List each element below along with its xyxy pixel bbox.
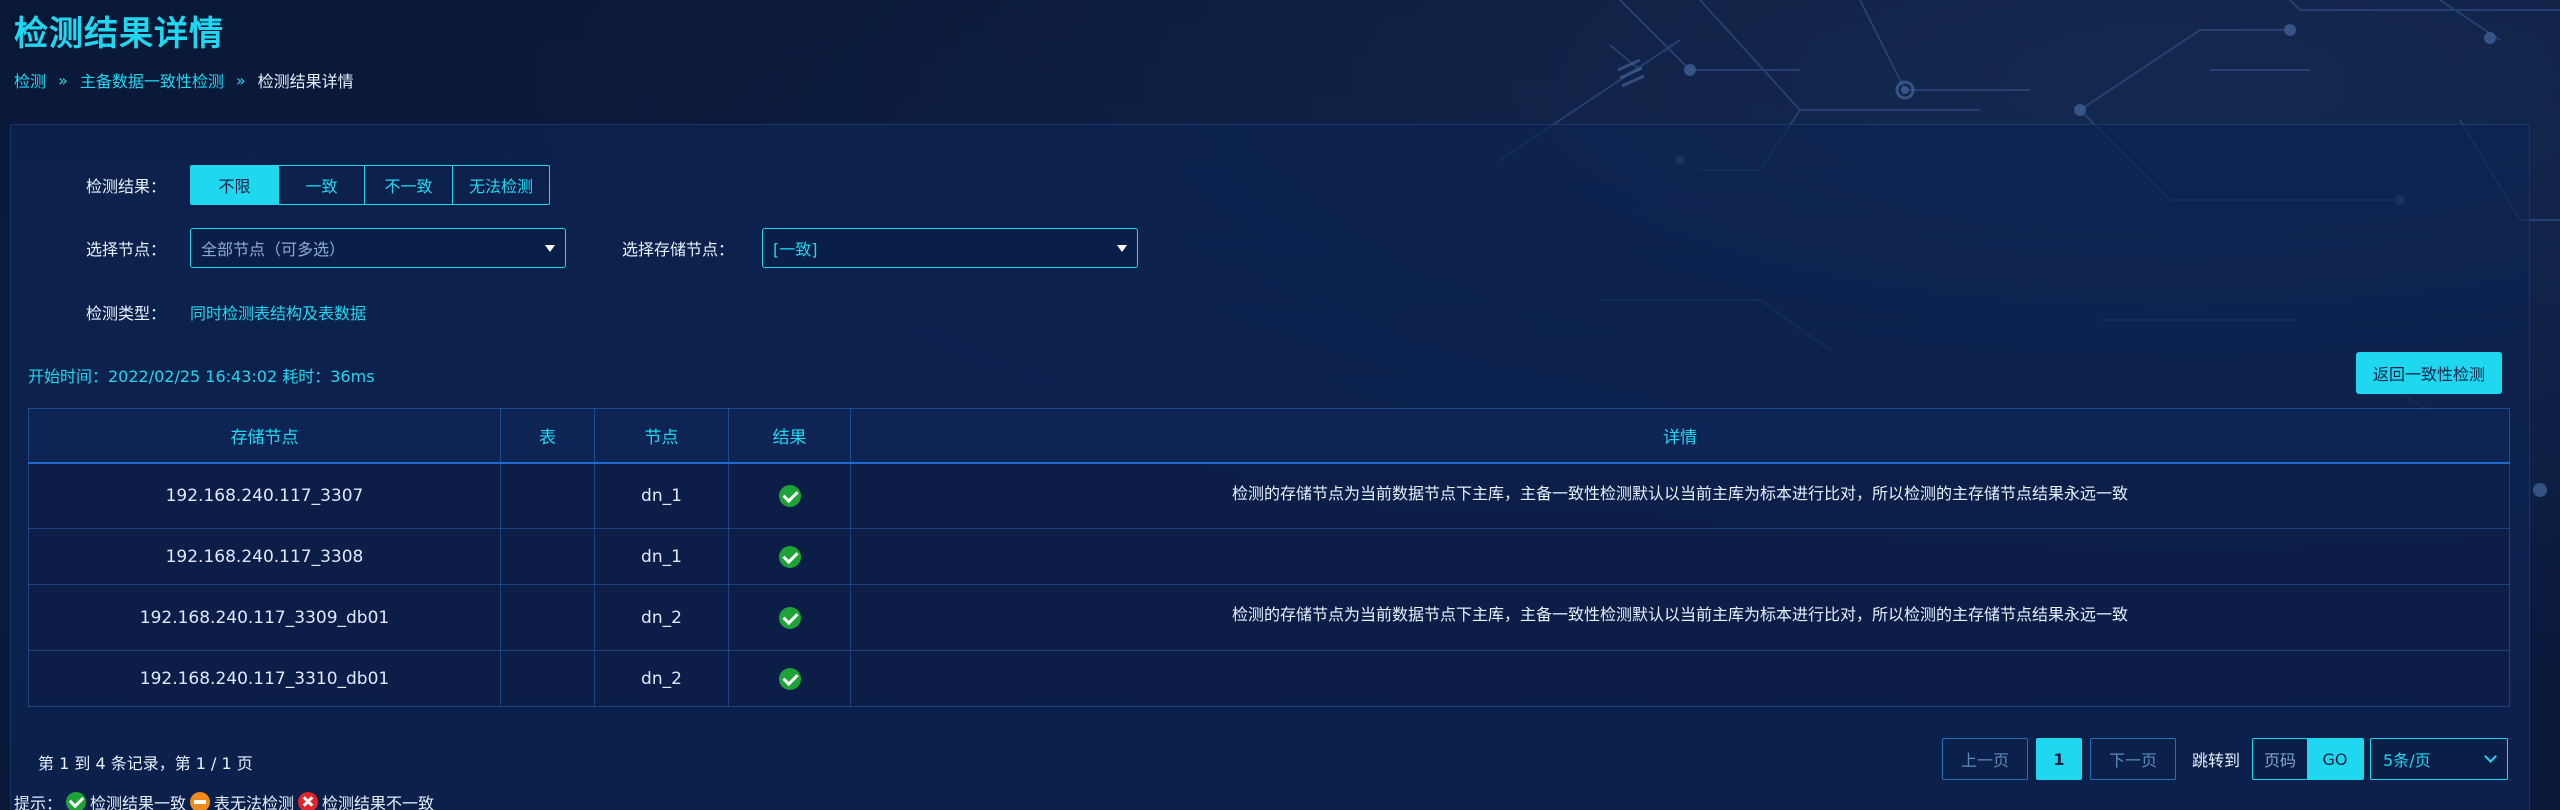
node-select-label: 选择节点： bbox=[86, 240, 167, 259]
jump-to-control: 页码 GO bbox=[2252, 738, 2365, 780]
result-filter-group: 不限 一致 不一致 无法检测 bbox=[190, 165, 550, 205]
column-header-node: 节点 bbox=[594, 408, 729, 464]
cell-result bbox=[728, 584, 851, 651]
caret-down-icon bbox=[545, 244, 555, 252]
result-option-consistent[interactable]: 一致 bbox=[279, 166, 365, 204]
result-option-cannot-check[interactable]: 无法检测 bbox=[453, 166, 549, 204]
legend-inconsistent: 检测结果不一致 bbox=[322, 794, 435, 810]
pagination: 上一页 1 下一页 跳转到 页码 GO 5条/页 bbox=[1942, 738, 2509, 780]
cell-detail: 检测的存储节点为当前数据节点下主库，主备一致性检测默认以当前主库为标本进行比对，… bbox=[850, 462, 2510, 529]
legend-cannot-check: 表无法检测 bbox=[214, 794, 295, 810]
storage-node-select-value: [一致] bbox=[773, 240, 818, 259]
table-row: 192.168.240.117_3308 dn_1 bbox=[28, 528, 2510, 585]
cell-storage-node: 192.168.240.117_3309_db01 bbox=[28, 584, 501, 651]
column-header-storage-node: 存储节点 bbox=[28, 408, 501, 464]
start-time-info: 开始时间：2022/02/25 16:43:02 耗时：36ms bbox=[28, 367, 375, 386]
cell-table bbox=[500, 650, 595, 707]
check-circle-icon bbox=[778, 484, 801, 507]
prev-page-button[interactable]: 上一页 bbox=[1942, 738, 2028, 780]
cell-result bbox=[728, 528, 851, 585]
caret-down-icon bbox=[1117, 244, 1127, 252]
page-title: 检测结果详情 bbox=[14, 14, 224, 54]
check-circle-icon bbox=[778, 545, 801, 568]
cell-node: dn_2 bbox=[594, 584, 729, 651]
table-row: 192.168.240.117_3307 dn_1 检测的存储节点为当前数据节点… bbox=[28, 462, 2510, 529]
check-type-label: 检测类型： bbox=[86, 304, 167, 323]
storage-node-select[interactable]: [一致] bbox=[762, 228, 1138, 268]
breadcrumb-separator-icon: » bbox=[235, 70, 246, 90]
check-type-value: 同时检测表结构及表数据 bbox=[190, 304, 367, 323]
minus-circle-icon bbox=[190, 792, 211, 810]
back-to-consistency-check-button[interactable]: 返回一致性检测 bbox=[2356, 352, 2502, 394]
legend-consistent: 检测结果一致 bbox=[90, 794, 187, 810]
table-header-row: 存储节点 表 节点 结果 详情 bbox=[28, 408, 2510, 464]
breadcrumb-current: 检测结果详情 bbox=[257, 72, 354, 91]
close-circle-icon bbox=[298, 792, 319, 810]
storage-select-label: 选择存储节点： bbox=[622, 240, 735, 259]
check-circle-icon bbox=[778, 667, 801, 690]
result-table: 存储节点 表 节点 结果 详情 192.168.240.117_3307 dn_… bbox=[28, 408, 2510, 707]
cell-storage-node: 192.168.240.117_3308 bbox=[28, 528, 501, 585]
cell-storage-node: 192.168.240.117_3310_db01 bbox=[28, 650, 501, 707]
next-page-button[interactable]: 下一页 bbox=[2090, 738, 2176, 780]
breadcrumb-separator-icon: » bbox=[58, 70, 68, 90]
cell-detail: 检测的存储节点为当前数据节点下主库，主备一致性检测默认以当前主库为标本进行比对，… bbox=[850, 584, 2510, 651]
cell-storage-node: 192.168.240.117_3307 bbox=[28, 462, 501, 529]
legend-prefix: 提示： bbox=[14, 794, 63, 810]
cell-result bbox=[728, 650, 851, 707]
node-select-placeholder: 全部节点（可多选） bbox=[201, 240, 346, 259]
result-filter-row: 检测结果： 不限 一致 不一致 无法检测 bbox=[86, 165, 550, 205]
check-circle-icon bbox=[66, 792, 87, 810]
result-option-all[interactable]: 不限 bbox=[191, 166, 279, 204]
breadcrumb-item-consistency-check[interactable]: 主备数据一致性检测 bbox=[80, 68, 224, 92]
check-circle-icon bbox=[778, 606, 801, 629]
jump-to-label: 跳转到 bbox=[2192, 751, 2241, 770]
cell-detail bbox=[850, 650, 2510, 707]
go-button[interactable]: GO bbox=[2307, 739, 2364, 779]
result-option-inconsistent[interactable]: 不一致 bbox=[365, 166, 453, 204]
column-header-table: 表 bbox=[500, 408, 595, 464]
result-legend: 提示： 检测结果一致 表无法检测 检测结果不一致 bbox=[14, 790, 434, 810]
column-header-result: 结果 bbox=[728, 408, 851, 464]
records-summary: 第 1 到 4 条记录，第 1 / 1 页 bbox=[38, 754, 253, 773]
cell-node: dn_1 bbox=[594, 462, 729, 529]
result-filter-label: 检测结果： bbox=[86, 177, 167, 196]
cell-node: dn_2 bbox=[594, 650, 729, 707]
page-size-value: 5条/页 bbox=[2383, 751, 2431, 770]
page-number-input[interactable]: 页码 bbox=[2253, 739, 2308, 779]
check-type-row: 检测类型： 同时检测表结构及表数据 bbox=[86, 300, 366, 324]
breadcrumb: 检测 » 主备数据一致性检测 » 检测结果详情 bbox=[14, 68, 354, 92]
table-row: 192.168.240.117_3309_db01 dn_2 检测的存储节点为当… bbox=[28, 584, 2510, 651]
page-number-button[interactable]: 1 bbox=[2036, 738, 2082, 780]
page-size-select[interactable]: 5条/页 bbox=[2370, 738, 2509, 780]
cell-detail bbox=[850, 528, 2510, 585]
cell-result bbox=[728, 462, 851, 529]
node-select[interactable]: 全部节点（可多选） bbox=[190, 228, 566, 268]
cell-table bbox=[500, 584, 595, 651]
node-select-row: 选择节点： 全部节点（可多选） 选择存储节点： [一致] bbox=[86, 228, 1138, 268]
cell-node: dn_1 bbox=[594, 528, 729, 585]
column-header-detail: 详情 bbox=[850, 408, 2510, 464]
breadcrumb-item-detection[interactable]: 检测 bbox=[14, 68, 46, 92]
chevron-down-icon bbox=[2484, 750, 2497, 763]
cell-table bbox=[500, 528, 595, 585]
cell-table bbox=[500, 462, 595, 529]
table-row: 192.168.240.117_3310_db01 dn_2 bbox=[28, 650, 2510, 707]
